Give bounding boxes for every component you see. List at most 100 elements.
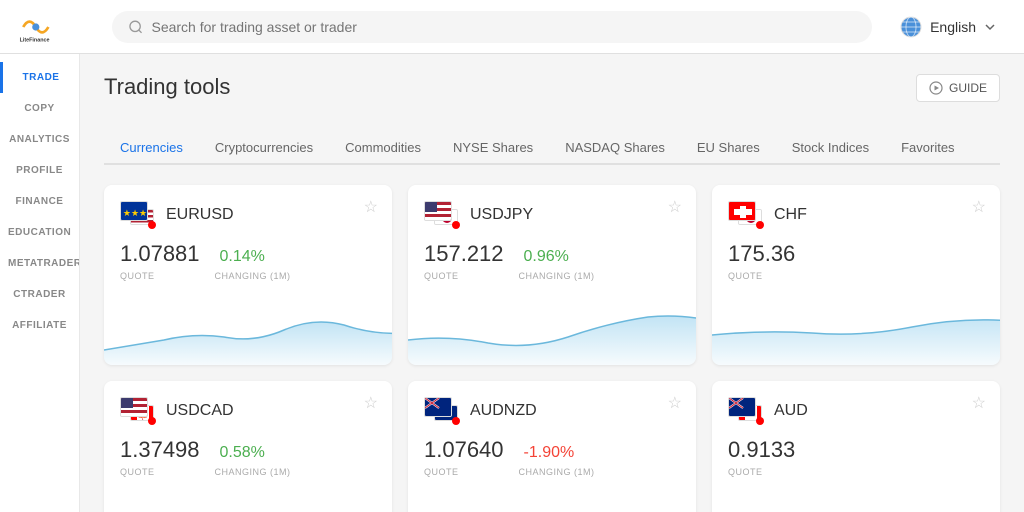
- card-header: AUDNZD: [424, 397, 680, 425]
- mini-chart: [104, 295, 392, 365]
- svg-text:★★★: ★★★: [123, 208, 147, 218]
- mini-chart: [408, 491, 696, 512]
- price-change: 0.14%: [220, 248, 265, 266]
- header: LiteFinance English: [0, 0, 1024, 54]
- flag-nz: [424, 397, 452, 417]
- price-labels: QUOTE CHANGING (1M): [120, 271, 376, 281]
- tabs-row: Currencies Cryptocurrencies Commodities …: [104, 132, 1000, 165]
- price-labels: QUOTE CHANGING (1M): [424, 467, 680, 477]
- favorite-icon[interactable]: ☆: [972, 197, 986, 217]
- card-header: 🍁 USDCAD: [120, 397, 376, 425]
- price-row: 157.212 0.96%: [424, 241, 680, 267]
- price-value: 0.9133: [728, 437, 795, 463]
- sidebar-item-profile[interactable]: PROFILE: [0, 155, 79, 186]
- asset-name: EURUSD: [166, 206, 234, 224]
- flag-us: [424, 201, 452, 221]
- mini-chart: [712, 295, 1000, 365]
- price-change: 0.58%: [220, 444, 265, 462]
- price-row: 175.36: [728, 241, 984, 267]
- search-icon: [128, 19, 143, 35]
- language-selector[interactable]: English: [888, 10, 1008, 44]
- price-value: 1.37498: [120, 437, 200, 463]
- content-area: Trading tools GUIDE Currencies Cryptocur…: [80, 54, 1024, 512]
- flag-pair: [424, 397, 460, 425]
- tab-cryptocurrencies[interactable]: Cryptocurrencies: [199, 132, 329, 165]
- card-header: ★★★ EURUSD: [120, 201, 376, 229]
- sidebar: TRADE COPY ANALYTICS PROFILE FINANCE EDU…: [0, 54, 80, 512]
- sidebar-item-ctrader[interactable]: CTRADER: [0, 279, 79, 310]
- price-row: 1.37498 0.58%: [120, 437, 376, 463]
- favorite-icon[interactable]: ☆: [972, 393, 986, 413]
- card-eurusd[interactable]: ★★★ EURUSD ☆: [104, 185, 392, 365]
- price-labels: QUOTE CHANGING (1M): [120, 467, 376, 477]
- search-bar[interactable]: [112, 11, 872, 43]
- mini-chart: [104, 491, 392, 512]
- main-layout: TRADE COPY ANALYTICS PROFILE FINANCE EDU…: [0, 54, 1024, 512]
- price-labels: QUOTE: [728, 271, 984, 281]
- card-header: AUD: [728, 397, 984, 425]
- play-circle-icon: [929, 81, 943, 95]
- sidebar-item-finance[interactable]: FINANCE: [0, 186, 79, 217]
- globe-icon: [900, 16, 922, 38]
- favorite-icon[interactable]: ☆: [364, 393, 378, 413]
- tab-nyse-shares[interactable]: NYSE Shares: [437, 132, 549, 165]
- flag-ch: [728, 201, 756, 221]
- asset-name: AUDNZD: [470, 402, 537, 420]
- flag-pair: ★★★: [120, 201, 156, 229]
- sidebar-item-trade[interactable]: TRADE: [0, 62, 79, 93]
- tab-favorites[interactable]: Favorites: [885, 132, 970, 165]
- asset-name: AUD: [774, 402, 808, 420]
- mini-chart: [408, 295, 696, 365]
- guide-button[interactable]: GUIDE: [916, 74, 1000, 102]
- favorite-icon[interactable]: ☆: [364, 197, 378, 217]
- sidebar-item-metatrader[interactable]: METATRADER: [0, 248, 79, 279]
- tab-commodities[interactable]: Commodities: [329, 132, 437, 165]
- price-change: 0.96%: [524, 248, 569, 266]
- search-input[interactable]: [151, 19, 856, 35]
- price-row: 1.07640 -1.90%: [424, 437, 680, 463]
- card-header: USDJPY: [424, 201, 680, 229]
- tab-eu-shares[interactable]: EU Shares: [681, 132, 776, 165]
- price-value: 1.07881: [120, 241, 200, 267]
- sidebar-item-analytics[interactable]: ANALYTICS: [0, 124, 79, 155]
- price-value: 1.07640: [424, 437, 504, 463]
- flag-pair: [728, 397, 764, 425]
- card-aud[interactable]: AUD ☆ 0.9133 QUOTE: [712, 381, 1000, 512]
- asset-name: USDJPY: [470, 206, 533, 224]
- price-row: 1.07881 0.14%: [120, 241, 376, 267]
- tab-nasdaq-shares[interactable]: NASDAQ Shares: [549, 132, 681, 165]
- asset-name: CHF: [774, 206, 807, 224]
- sidebar-item-copy[interactable]: COPY: [0, 93, 79, 124]
- card-chf[interactable]: CHF ☆ 175.36 QUOTE: [712, 185, 1000, 365]
- price-value: 175.36: [728, 241, 795, 267]
- logo: LiteFinance: [16, 9, 96, 45]
- flag-pair: [728, 201, 764, 229]
- page-title: Trading tools: [104, 74, 230, 100]
- lang-label: English: [930, 19, 976, 35]
- card-header: CHF: [728, 201, 984, 229]
- flag-eu: ★★★: [120, 201, 148, 221]
- flag-pair: [424, 201, 460, 229]
- asset-cards-grid: ★★★ EURUSD ☆: [104, 185, 1000, 512]
- card-usdcad[interactable]: 🍁 USDCAD ☆ 1.37498 0.58% QUOTE CHANGING …: [104, 381, 392, 512]
- flag-pair: 🍁: [120, 397, 156, 425]
- price-change: -1.90%: [524, 444, 575, 462]
- price-labels: QUOTE CHANGING (1M): [424, 271, 680, 281]
- price-row: 0.9133: [728, 437, 984, 463]
- tab-stock-indices[interactable]: Stock Indices: [776, 132, 885, 165]
- favorite-icon[interactable]: ☆: [668, 393, 682, 413]
- favorite-icon[interactable]: ☆: [668, 197, 682, 217]
- svg-text:LiteFinance: LiteFinance: [20, 37, 50, 43]
- price-value: 157.212: [424, 241, 504, 267]
- tab-currencies[interactable]: Currencies: [104, 132, 199, 165]
- flag-us2: [120, 397, 148, 417]
- mini-chart: [712, 491, 1000, 512]
- chevron-down-icon: [984, 21, 996, 33]
- sidebar-item-affiliate[interactable]: AFFILIATE: [0, 310, 79, 341]
- price-labels: QUOTE: [728, 467, 984, 477]
- sidebar-item-education[interactable]: EDUCATION: [0, 217, 79, 248]
- card-audnzd[interactable]: AUDNZD ☆ 1.07640 -1.90% QUOTE CHANGING (…: [408, 381, 696, 512]
- asset-name: USDCAD: [166, 402, 234, 420]
- flag-au2: [728, 397, 756, 417]
- card-usdjpy[interactable]: USDJPY ☆ 157.212 0.96% QUOTE CHANGING (1…: [408, 185, 696, 365]
